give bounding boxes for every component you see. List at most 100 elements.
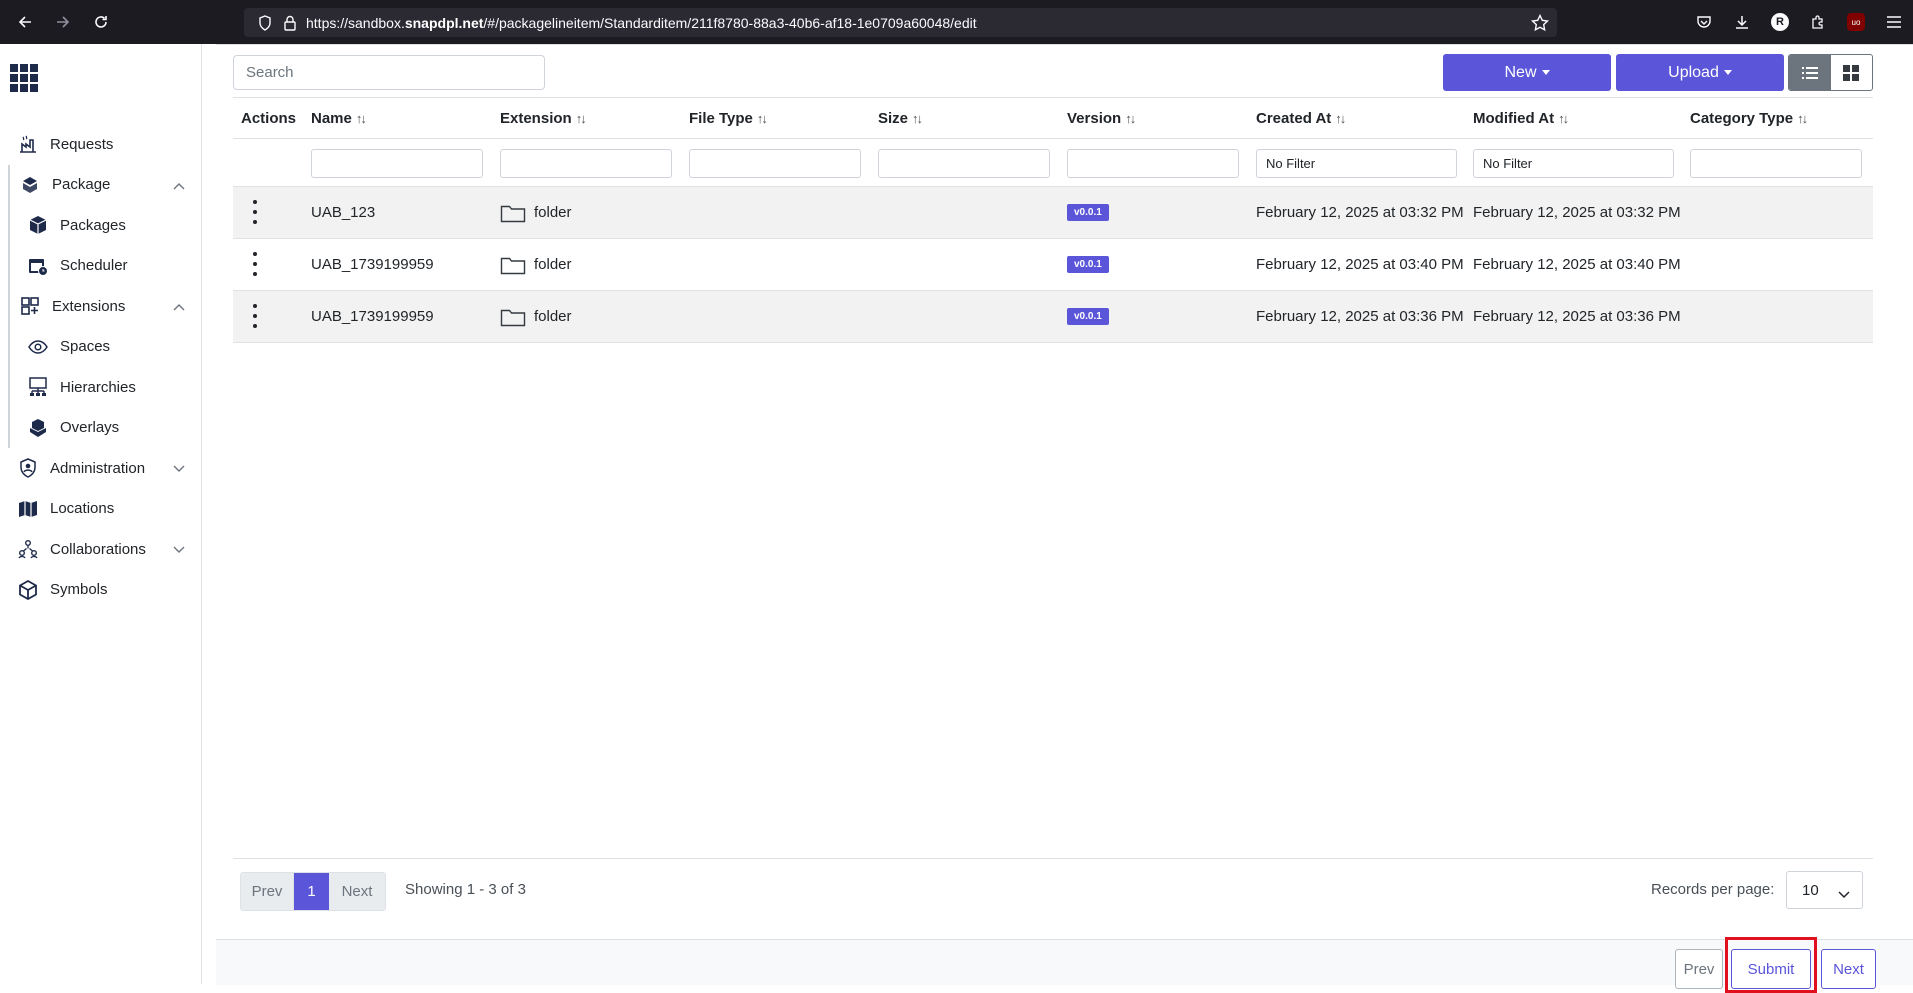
package-icon <box>18 173 42 197</box>
row-actions-icon[interactable] <box>250 252 260 276</box>
row-name[interactable]: UAB_1739199959 <box>311 291 434 342</box>
new-button-label: New <box>1504 63 1537 81</box>
version-badge: v0.0.1 <box>1067 291 1109 342</box>
row-modified-at: February 12, 2025 at 03:36 PM <box>1473 308 1681 325</box>
list-view-icon[interactable] <box>1789 55 1831 90</box>
sidebar-item-package[interactable]: Package <box>10 165 201 206</box>
sidebar-item-label: Hierarchies <box>60 378 136 396</box>
sort-icon: ↑↓ <box>1558 110 1569 126</box>
chevron-down-icon[interactable] <box>173 460 185 477</box>
profile-avatar[interactable]: R <box>1761 4 1799 40</box>
reload-icon[interactable] <box>82 4 120 40</box>
modified-at-filter[interactable]: No Filter <box>1473 149 1674 178</box>
table-header: Actions Name ↑↓ Extension ↑↓ File Type ↑↓ S… <box>233 97 1873 139</box>
column-header-extension[interactable]: Extension ↑↓ <box>500 98 587 138</box>
sidebar-item-label: Administration <box>50 459 146 477</box>
ublock-icon[interactable]: uo <box>1837 4 1875 40</box>
sidebar-item-overlays[interactable]: Overlays <box>10 408 201 449</box>
sort-icon: ↑↓ <box>355 110 367 126</box>
sidebar: Requests Package Packages Scheduler Exte… <box>0 44 202 984</box>
address-bar[interactable]: https://sandbox.snapdpl.net/#/packagelin… <box>244 8 1557 37</box>
row-created-at: February 12, 2025 at 03:32 PM <box>1256 204 1464 221</box>
table-row: UAB_1739199959 folder v0.0.1 February 12… <box>233 238 1873 290</box>
sidebar-item-symbols[interactable]: Symbols <box>0 570 201 611</box>
lock-icon[interactable] <box>284 15 296 31</box>
new-button[interactable]: New <box>1443 54 1611 91</box>
row-actions-icon[interactable] <box>250 304 260 328</box>
row-extension: folder <box>500 239 572 290</box>
extensions-puzzle-icon[interactable] <box>1799 4 1837 40</box>
bookmark-star-icon[interactable] <box>1531 14 1549 32</box>
sidebar-item-hierarchies[interactable]: Hierarchies <box>10 367 201 408</box>
sidebar-item-label: Spaces <box>60 338 111 356</box>
sidebar-item-spaces[interactable]: Spaces <box>10 327 201 368</box>
chevron-up-icon[interactable] <box>173 177 185 194</box>
filter-row: No Filter No Filter <box>233 139 1873 186</box>
row-actions-icon[interactable] <box>250 200 260 224</box>
name-filter-input[interactable] <box>311 149 483 178</box>
submit-button[interactable]: Submit <box>1731 949 1811 989</box>
table-row: UAB_1739199959 folder v0.0.1 February 12… <box>233 290 1873 343</box>
sort-icon: ↑↓ <box>1335 110 1346 126</box>
pagination-page-1[interactable]: 1 <box>294 873 329 910</box>
sidebar-item-label: Symbols <box>50 581 108 599</box>
sidebar-item-extensions[interactable]: Extensions <box>10 286 201 327</box>
records-per-page-select[interactable]: 10 <box>1786 871 1863 909</box>
sidebar-item-requests[interactable]: Requests <box>0 124 201 165</box>
sidebar-item-label: Extensions <box>52 297 126 315</box>
grid-view-icon[interactable] <box>1831 55 1873 90</box>
app-grid-icon[interactable] <box>10 64 38 97</box>
search-input[interactable] <box>233 55 545 90</box>
file-type-filter-input[interactable] <box>689 149 861 178</box>
chevron-down-icon[interactable] <box>173 541 185 558</box>
sidebar-item-collaborations[interactable]: Collaborations <box>0 529 201 570</box>
sidebar-item-locations[interactable]: Locations <box>0 489 201 530</box>
upload-button-label: Upload <box>1668 63 1719 81</box>
sidebar-item-label: Requests <box>50 135 114 153</box>
sidebar-item-packages[interactable]: Packages <box>10 205 201 246</box>
pagination-prev-button[interactable]: Prev <box>241 873 294 910</box>
box-icon <box>26 213 50 237</box>
pagination-next-button[interactable]: Next <box>329 873 385 910</box>
collaborations-icon <box>16 537 40 561</box>
upload-button[interactable]: Upload <box>1616 54 1784 91</box>
column-header-version[interactable]: Version ↑↓ <box>1067 98 1136 138</box>
chevron-down-icon <box>1838 886 1850 903</box>
version-filter-input[interactable] <box>1067 149 1239 178</box>
column-header-name[interactable]: Name ↑↓ <box>311 98 367 138</box>
column-header-size[interactable]: Size ↑↓ <box>878 98 923 138</box>
shield-icon[interactable] <box>258 14 272 31</box>
sidebar-item-label: Locations <box>50 500 115 518</box>
size-filter-input[interactable] <box>878 149 1050 178</box>
files-table: Actions Name ↑↓ Extension ↑↓ File Type ↑↓ S… <box>233 97 1873 343</box>
footer-next-button[interactable]: Next <box>1821 949 1876 989</box>
pocket-icon[interactable] <box>1685 4 1723 40</box>
divider <box>216 44 1913 45</box>
sidebar-item-scheduler[interactable]: Scheduler <box>10 246 201 287</box>
download-icon[interactable] <box>1723 4 1761 40</box>
extension-filter-input[interactable] <box>500 149 672 178</box>
showing-count: Showing 1 - 3 of 3 <box>405 881 526 898</box>
column-header-modified-at[interactable]: Modified At ↑↓ <box>1473 98 1569 138</box>
menu-icon[interactable] <box>1875 4 1913 40</box>
extensions-group: Extensions Spaces Hierarchies Overlays <box>8 286 201 448</box>
footer-prev-button[interactable]: Prev <box>1675 949 1723 989</box>
column-header-file-type[interactable]: File Type ↑↓ <box>689 98 768 138</box>
url-text: https://sandbox.snapdpl.net/#/packagelin… <box>306 14 977 31</box>
row-extension: folder <box>500 291 572 342</box>
admin-icon <box>16 456 40 480</box>
chevron-up-icon[interactable] <box>173 298 185 315</box>
row-created-at: February 12, 2025 at 03:40 PM <box>1256 256 1464 273</box>
sidebar-item-administration[interactable]: Administration <box>0 448 201 489</box>
folder-icon <box>500 255 526 275</box>
row-name[interactable]: UAB_1739199959 <box>311 239 434 290</box>
created-at-filter[interactable]: No Filter <box>1256 149 1457 178</box>
back-icon[interactable] <box>6 4 44 40</box>
requests-icon <box>16 132 40 156</box>
category-type-filter-input[interactable] <box>1690 149 1862 178</box>
cube-icon <box>16 578 40 602</box>
forward-icon[interactable] <box>44 4 82 40</box>
column-header-created-at[interactable]: Created At ↑↓ <box>1256 98 1346 138</box>
column-header-category-type[interactable]: Category Type ↑↓ <box>1690 98 1808 138</box>
row-name[interactable]: UAB_123 <box>311 187 375 238</box>
